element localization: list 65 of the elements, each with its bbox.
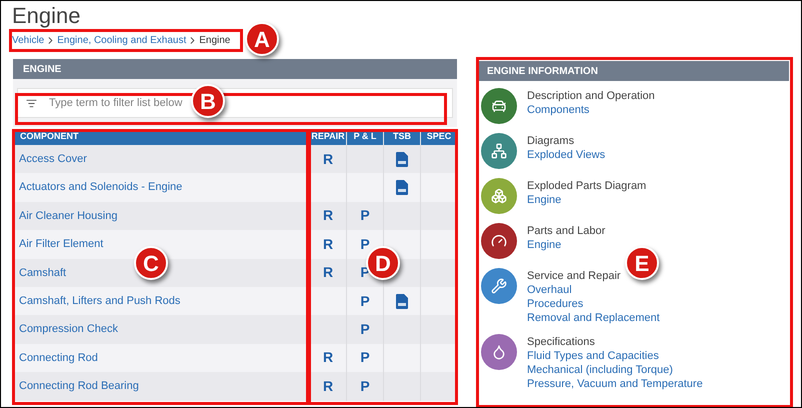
section-title: Diagrams [527, 134, 576, 148]
category-icon[interactable] [481, 334, 517, 370]
info-link[interactable]: Engine [527, 193, 646, 207]
page-title: Engine [12, 3, 82, 29]
parts-labor-link[interactable]: P [360, 290, 370, 312]
component-link[interactable]: Camshaft [19, 264, 66, 281]
component-link[interactable]: Camshaft, Lifters and Push Rods [19, 292, 180, 310]
repair-link[interactable]: R [322, 376, 334, 397]
breadcrumb-link[interactable]: Engine, Cooling and Exhaust [57, 32, 186, 48]
section-title: Description and Operation [527, 89, 655, 103]
info-link[interactable]: Components [527, 103, 655, 117]
repair-link[interactable]: R [322, 148, 334, 170]
info-link[interactable]: Fluid Types and Capacities [527, 349, 703, 363]
info-link[interactable]: Exploded Views [527, 148, 606, 162]
table-cell [420, 344, 457, 372]
boxes-icon [491, 188, 507, 204]
wrench-icon [491, 278, 507, 294]
parts-labor-link[interactable]: P [360, 205, 370, 226]
info-link[interactable]: Removal and Replacement [527, 311, 660, 325]
info-link[interactable]: Engine [527, 238, 606, 252]
callout-badge: A [245, 22, 279, 56]
component-link[interactable]: Air Filter Element [19, 236, 104, 253]
parts-labor-link[interactable]: P [360, 319, 370, 340]
breadcrumb-current: Engine [199, 34, 230, 48]
table-cell [420, 315, 457, 344]
component-link[interactable]: Access Cover [19, 150, 87, 168]
info-link[interactable]: Overhaul [527, 283, 660, 297]
table-cell [420, 202, 457, 230]
callout-badge: E [625, 246, 659, 280]
section-title: Exploded Parts Diagram [527, 179, 646, 193]
panel-header: ENGINE [13, 59, 457, 79]
section-title: Parts and Labor [527, 224, 606, 238]
section-title: Specifications [527, 335, 596, 349]
gauge-icon [491, 233, 507, 249]
parts-labor-link[interactable]: P [360, 347, 370, 368]
table-cell [420, 230, 457, 259]
category-icon[interactable] [481, 88, 517, 124]
document-icon[interactable] [396, 152, 408, 167]
component-link[interactable]: Connecting Rod [19, 350, 98, 366]
droplet-icon [491, 344, 507, 360]
repair-link[interactable]: R [322, 205, 334, 226]
info-link[interactable]: Pressure, Vacuum and Temperature [527, 377, 703, 391]
category-icon[interactable] [481, 133, 517, 169]
table-cell [420, 372, 457, 401]
category-icon[interactable] [481, 223, 517, 259]
network-icon [491, 143, 507, 159]
breadcrumb-link[interactable]: Vehicle [12, 32, 44, 48]
parts-labor-link[interactable]: P [360, 376, 370, 397]
component-link[interactable]: Compression Check [19, 321, 118, 338]
repair-link[interactable]: R [322, 234, 334, 255]
car-icon [491, 98, 507, 114]
component-link[interactable]: Actuators and Solenoids - Engine [19, 179, 182, 196]
document-icon[interactable] [396, 294, 408, 309]
component-link[interactable]: Air Cleaner Housing [19, 208, 118, 224]
category-icon[interactable] [481, 268, 517, 304]
info-link[interactable]: Procedures [527, 297, 660, 311]
table-cell [420, 258, 457, 287]
filter-icon [26, 98, 37, 109]
component-link[interactable]: Connecting Rod Bearing [19, 378, 139, 395]
panel-header: ENGINE INFORMATION [477, 61, 789, 81]
repair-link[interactable]: R [322, 262, 334, 284]
section-title: Service and Repair [527, 269, 622, 283]
repair-link[interactable]: R [322, 347, 334, 368]
document-icon[interactable] [396, 180, 408, 196]
info-link[interactable]: Mechanical (including Torque) [527, 363, 703, 377]
